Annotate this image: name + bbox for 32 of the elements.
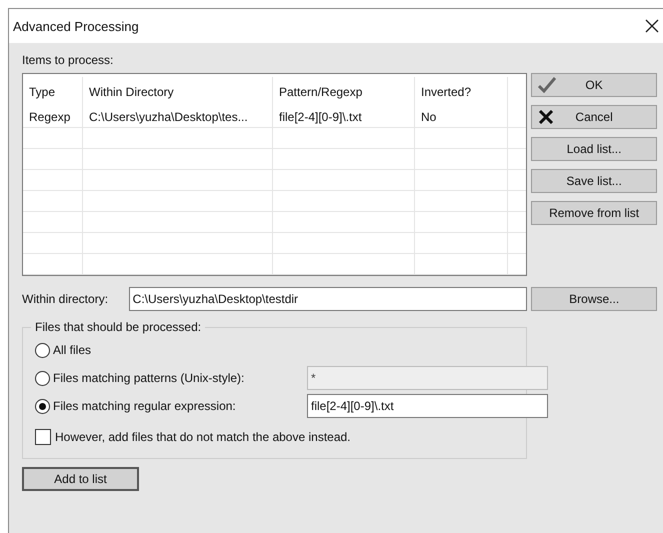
add-to-list-button[interactable]: Add to list [22, 467, 139, 491]
close-icon [538, 110, 554, 124]
option-label: All files [53, 343, 92, 357]
window-title: Advanced Processing [13, 18, 139, 34]
radio-button[interactable] [35, 370, 50, 386]
column-header[interactable]: Pattern/Regexp [273, 77, 415, 107]
group-label: Files that should be processed: [34, 320, 202, 334]
table-cell: file[2-4][0-9]\.txt [273, 107, 415, 127]
table-cell: No [415, 107, 508, 127]
radio-button[interactable] [35, 398, 50, 414]
close-icon[interactable] [645, 19, 659, 33]
checkbox[interactable] [35, 429, 51, 445]
list-button[interactable]: Load list... [531, 137, 657, 161]
list-button[interactable]: Save list... [531, 169, 657, 193]
table-cell: Regexp [23, 107, 83, 127]
option-label: Files matching patterns (Unix-style): [53, 371, 244, 385]
directory-field[interactable]: C:\Users\yuzha\Desktop\testdir [128, 287, 528, 311]
option-label: Files matching regular expression: [53, 399, 236, 413]
pattern-field[interactable]: file[2-4][0-9]\.txt [307, 394, 548, 418]
checkbox-label: However, add files that do not match the above instead. [55, 430, 351, 444]
browse-button[interactable]: Browse... [531, 287, 657, 311]
table-cell: C:\Users\yuzha\Desktop\tes... [83, 107, 273, 127]
column-header[interactable]: Type [23, 77, 83, 107]
section-label: Items to process: [22, 53, 114, 67]
checkmark-icon [538, 77, 556, 93]
list-button[interactable]: Remove from list [531, 201, 657, 225]
column-header[interactable]: Within Directory [83, 77, 273, 107]
radio-button[interactable] [35, 342, 50, 358]
column-header[interactable]: Inverted? [415, 77, 508, 107]
field-label: Within directory: [22, 292, 110, 306]
cancel-button[interactable]: Cancel [531, 105, 657, 129]
ok-button[interactable]: OK [531, 73, 657, 97]
